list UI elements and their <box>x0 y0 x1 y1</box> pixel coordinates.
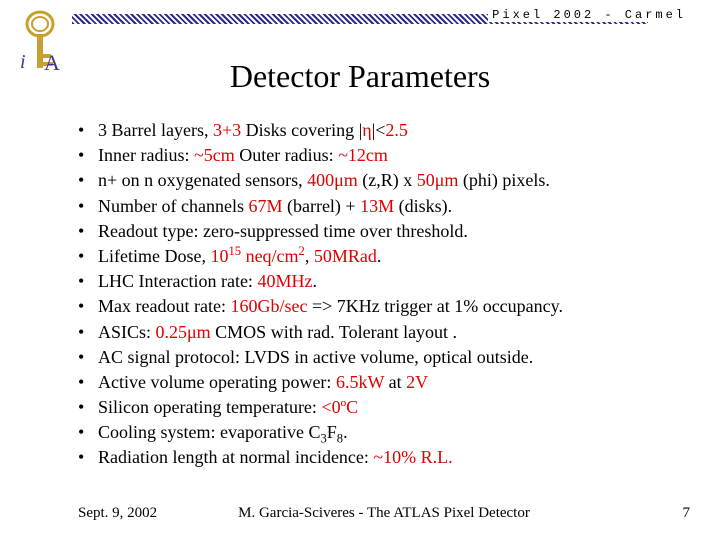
bullet-list: 3 Barrel layers, 3+3 Disks covering |η|<… <box>78 118 680 471</box>
text-run: Max readout rate: <box>98 296 230 316</box>
text-run: 3 Barrel layers, <box>98 120 213 140</box>
text-run: 2.5 <box>385 120 408 140</box>
text-run: ~10% R.L. <box>373 447 452 467</box>
bullet-item: ASICs: 0.25μm CMOS with rad. Tolerant la… <box>78 320 680 345</box>
text-run: 13M <box>360 196 394 216</box>
footer-center: M. Garcia-Sciveres - The ATLAS Pixel Det… <box>78 505 690 522</box>
bullet-item: Cooling system: evaporative C3F8. <box>78 420 680 445</box>
text-run: Radiation length at normal incidence: <box>98 447 373 467</box>
header-label: Pixel 2002 - Carmel <box>488 8 690 22</box>
bullet-item: Radiation length at normal incidence: ~1… <box>78 445 680 470</box>
text-run: Active volume operating power: <box>98 372 336 392</box>
text-run: Readout type: zero-suppressed time over … <box>98 221 468 241</box>
bullet-item: 3 Barrel layers, 3+3 Disks covering |η|<… <box>78 118 680 143</box>
text-run: Outer radius: <box>235 145 338 165</box>
text-run: 400μm <box>307 170 358 190</box>
text-run: n+ on n oxygenated sensors, <box>98 170 307 190</box>
text-run: η <box>362 120 371 140</box>
text-run: 10 <box>210 246 228 266</box>
text-run: Lifetime Dose, <box>98 246 210 266</box>
text-run: 50MRad <box>314 246 377 266</box>
bullet-item: Readout type: zero-suppressed time over … <box>78 219 680 244</box>
text-run: 40MHz <box>257 271 312 291</box>
text-run: neq/cm <box>241 246 298 266</box>
text-run: (phi) pixels. <box>458 170 550 190</box>
text-run: at <box>384 372 406 392</box>
bullet-item: AC signal protocol: LVDS in active volum… <box>78 345 680 370</box>
text-run: ~5cm <box>194 145 235 165</box>
bullet-item: Lifetime Dose, 1015 neq/cm2, 50MRad. <box>78 244 680 269</box>
text-run: 50μm <box>417 170 459 190</box>
text-run: . <box>343 422 348 442</box>
bullet-item: Max readout rate: 160Gb/sec => 7KHz trig… <box>78 294 680 319</box>
bullet-item: Number of channels 67M (barrel) + 13M (d… <box>78 194 680 219</box>
text-run: 67M <box>248 196 282 216</box>
footer: Sept. 9, 2002 M. Garcia-Sciveres - The A… <box>78 505 690 522</box>
text-run: ASICs: <box>98 322 156 342</box>
text-run: Number of channels <box>98 196 248 216</box>
text-run: F <box>327 422 337 442</box>
bullet-item: Inner radius: ~5cm Outer radius: ~12cm <box>78 143 680 168</box>
text-run: . <box>377 246 382 266</box>
text-run: AC signal protocol: LVDS in active volum… <box>98 347 533 367</box>
text-run: (barrel) + <box>282 196 360 216</box>
text-run: ~12cm <box>338 145 388 165</box>
bullet-item: Active volume operating power: 6.5kW at … <box>78 370 680 395</box>
text-run: . <box>312 271 317 291</box>
bullet-item: Silicon operating temperature: <0ºC <box>78 395 680 420</box>
text-run: 6.5kW <box>336 372 384 392</box>
text-run: LHC Interaction rate: <box>98 271 257 291</box>
text-run: Cooling system: evaporative C <box>98 422 320 442</box>
text-run: |< <box>372 120 386 140</box>
text-run: (disks). <box>394 196 452 216</box>
text-run: Disks covering | <box>241 120 362 140</box>
text-run: 0.25μm <box>156 322 211 342</box>
bullet-item: n+ on n oxygenated sensors, 400μm (z,R) … <box>78 168 680 193</box>
text-run: 160Gb/sec <box>230 296 307 316</box>
text-run: Inner radius: <box>98 145 194 165</box>
text-run: 15 <box>228 244 241 258</box>
text-run: 2V <box>406 372 428 392</box>
text-run: Silicon operating temperature: <box>98 397 321 417</box>
text-run: (z,R) x <box>358 170 417 190</box>
text-run: CMOS with rad. Tolerant layout . <box>211 322 457 342</box>
text-run: , <box>305 246 314 266</box>
text-run: => 7KHz trigger at 1% occupancy. <box>307 296 563 316</box>
text-run: <0ºC <box>321 397 358 417</box>
text-run: 3+3 <box>213 120 241 140</box>
slide-title: Detector Parameters <box>0 58 720 95</box>
bullet-item: LHC Interaction rate: 40MHz. <box>78 269 680 294</box>
slide: Pixel 2002 - Carmel i A Detector Paramet… <box>0 0 720 540</box>
